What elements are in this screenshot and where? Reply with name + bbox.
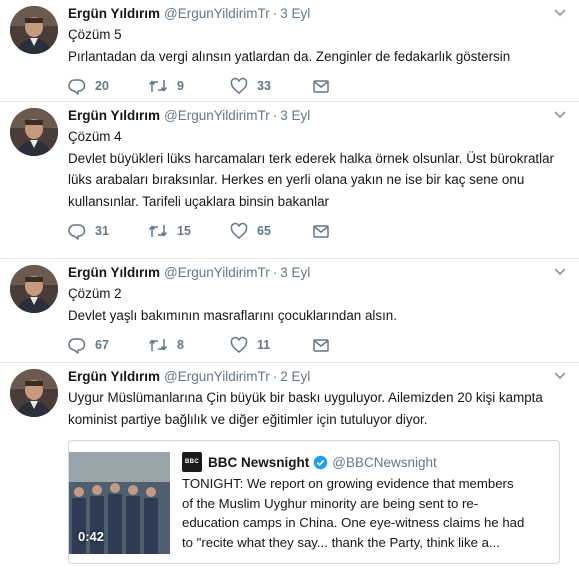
separator: · — [272, 108, 278, 123]
tweet-actions: 20 9 33 — [68, 67, 567, 105]
like-icon — [230, 77, 248, 94]
card-body: BBC BBC Newsnight @BBCNewsnight TONIGHT:… — [170, 441, 559, 563]
direct-message-button[interactable] — [312, 77, 330, 95]
direct-message-icon — [313, 80, 329, 93]
reply-count: 20 — [95, 79, 109, 93]
tweet-actions: 31 15 65 — [68, 212, 567, 250]
logo-text: BBC — [185, 459, 199, 465]
tweet-line: Çözüm 5 — [68, 27, 122, 42]
video-duration: 0:42 — [78, 529, 105, 544]
reply-count: 67 — [95, 338, 109, 352]
timestamp[interactable]: 3 Eyl — [280, 265, 310, 280]
reply-icon — [68, 224, 86, 240]
reply-icon — [68, 338, 86, 354]
like-count: 33 — [257, 79, 271, 93]
like-icon — [230, 222, 248, 239]
like-button[interactable]: 33 — [230, 77, 312, 95]
avatar[interactable] — [10, 108, 58, 156]
retweet-button[interactable]: 8 — [148, 336, 230, 354]
separator: · — [272, 6, 278, 21]
retweet-button[interactable]: 9 — [148, 77, 230, 95]
tweet-text: Çözüm 4 Devlet büyükleri lüks harcamalar… — [68, 126, 567, 212]
quoted-tweet-card[interactable]: 0:42 BBC BBC Newsnight @BBCNewsnight TON… — [68, 440, 560, 564]
author-name[interactable]: Ergün Yıldırım — [68, 265, 160, 280]
retweet-count: 15 — [177, 224, 191, 238]
direct-message-icon — [313, 225, 329, 238]
tweet-text: Uygur Müslümanlarına Çin büyük bir baskı… — [68, 387, 567, 430]
tweet-actions: 67 8 11 — [68, 326, 567, 364]
reply-button[interactable]: 31 — [68, 222, 148, 240]
chevron-down-icon[interactable] — [551, 105, 569, 123]
video-thumbnail[interactable]: 0:42 — [69, 452, 170, 554]
direct-message-icon — [313, 339, 329, 352]
avatar[interactable] — [10, 265, 58, 313]
avatar[interactable] — [10, 369, 58, 417]
retweet-icon — [148, 225, 168, 237]
tweet-line: kullansınlar. Tarifeli uçaklara binsin b… — [68, 193, 330, 209]
tweet-line: Çözüm 2 — [68, 286, 122, 301]
tweet-line: Devlet yaşlı bakımının masraflarını çocu… — [68, 307, 397, 323]
direct-message-button[interactable] — [312, 222, 330, 240]
tweet-line: kominist partiye bağlılık ve diğer eğiti… — [68, 411, 428, 427]
separator: · — [272, 369, 278, 384]
card-line: of the Muslim Uyghur minority are being … — [182, 495, 479, 511]
reply-count: 31 — [95, 224, 109, 238]
tweet-header: Ergün Yıldırım @ErgunYildirimTr · 3 Eyl — [68, 6, 567, 22]
reply-button[interactable]: 67 — [68, 336, 148, 354]
tweet-header: Ergün Yıldırım @ErgunYildirimTr · 3 Eyl — [68, 265, 567, 281]
author-name[interactable]: Ergün Yıldırım — [68, 369, 160, 384]
reply-button[interactable]: 20 — [68, 77, 148, 95]
bbc-newsnight-logo: BBC — [182, 452, 202, 472]
tweet[interactable]: Ergün Yıldırım @ErgunYildirimTr · 3 Eyl Çöz… — [0, 259, 579, 363]
chevron-down-icon[interactable] — [551, 3, 569, 21]
card-line: TONIGHT: We report on growing evidence t… — [182, 476, 514, 491]
card-line: to "recite what they say... thank the Pa… — [182, 534, 500, 550]
card-line: education camps in China. One eye-witnes… — [182, 515, 525, 530]
tweet-text: Çözüm 5 Pırlantadan da vergi alınsın yat… — [68, 24, 567, 67]
tweet[interactable]: Ergün Yıldırım @ErgunYildirimTr · 3 Eyl Çöz… — [0, 102, 579, 259]
author-name[interactable]: Ergün Yıldırım — [68, 6, 160, 21]
tweet-line: Pırlantadan da vergi alınsın yatlardan d… — [68, 48, 511, 64]
retweet-count: 9 — [177, 79, 184, 93]
card-author-handle[interactable]: @BBCNewsnight — [332, 455, 437, 470]
tweet-line: Devlet büyükleri lüks harcamaları terk e… — [68, 150, 554, 166]
timestamp[interactable]: 3 Eyl — [280, 108, 310, 123]
author-handle[interactable]: @ErgunYildirimTr — [164, 265, 270, 280]
tweet-line: lüks arabaları bıraksınlar. Herkes en ye… — [68, 172, 525, 187]
verified-icon — [314, 455, 328, 469]
tweet-header: Ergün Yıldırım @ErgunYildirimTr · 2 Eyl — [68, 369, 567, 385]
card-text: TONIGHT: We report on growing evidence t… — [182, 474, 549, 552]
tweet-line: Çözüm 4 — [68, 129, 122, 144]
like-button[interactable]: 65 — [230, 222, 312, 240]
like-count: 11 — [257, 338, 271, 352]
avatar[interactable] — [10, 6, 58, 54]
tweet-text: Çözüm 2 Devlet yaşlı bakımının masraflar… — [68, 283, 567, 326]
timestamp[interactable]: 2 Eyl — [280, 369, 310, 384]
retweet-button[interactable]: 15 — [148, 222, 230, 240]
direct-message-button[interactable] — [312, 336, 330, 354]
chevron-down-icon[interactable] — [551, 262, 569, 280]
chevron-down-icon[interactable] — [551, 366, 569, 384]
retweet-icon — [148, 339, 168, 351]
timeline: Ergün Yıldırım @ErgunYildirimTr · 3 Eyl Çöz… — [0, 0, 579, 564]
tweet[interactable]: Ergün Yıldırım @ErgunYildirimTr · 3 Eyl Çöz… — [0, 0, 579, 102]
reply-icon — [68, 79, 86, 95]
tweet-header: Ergün Yıldırım @ErgunYildirimTr · 3 Eyl — [68, 108, 567, 124]
tweet-line: Uygur Müslümanlarına Çin büyük bir baskı… — [68, 390, 543, 405]
like-button[interactable]: 11 — [230, 336, 312, 354]
author-handle[interactable]: @ErgunYildirimTr — [164, 369, 270, 384]
author-handle[interactable]: @ErgunYildirimTr — [164, 6, 270, 21]
card-header: BBC BBC Newsnight @BBCNewsnight — [182, 452, 549, 472]
tweet[interactable]: Ergün Yıldırım @ErgunYildirimTr · 2 Eyl Uyg… — [0, 363, 579, 564]
separator: · — [272, 265, 278, 280]
retweet-icon — [148, 80, 168, 92]
retweet-count: 8 — [177, 338, 184, 352]
timestamp[interactable]: 3 Eyl — [280, 6, 310, 21]
like-icon — [230, 336, 248, 353]
author-name[interactable]: Ergün Yıldırım — [68, 108, 160, 123]
card-author-name[interactable]: BBC Newsnight — [208, 455, 309, 470]
like-count: 65 — [257, 224, 271, 238]
author-handle[interactable]: @ErgunYildirimTr — [164, 108, 270, 123]
